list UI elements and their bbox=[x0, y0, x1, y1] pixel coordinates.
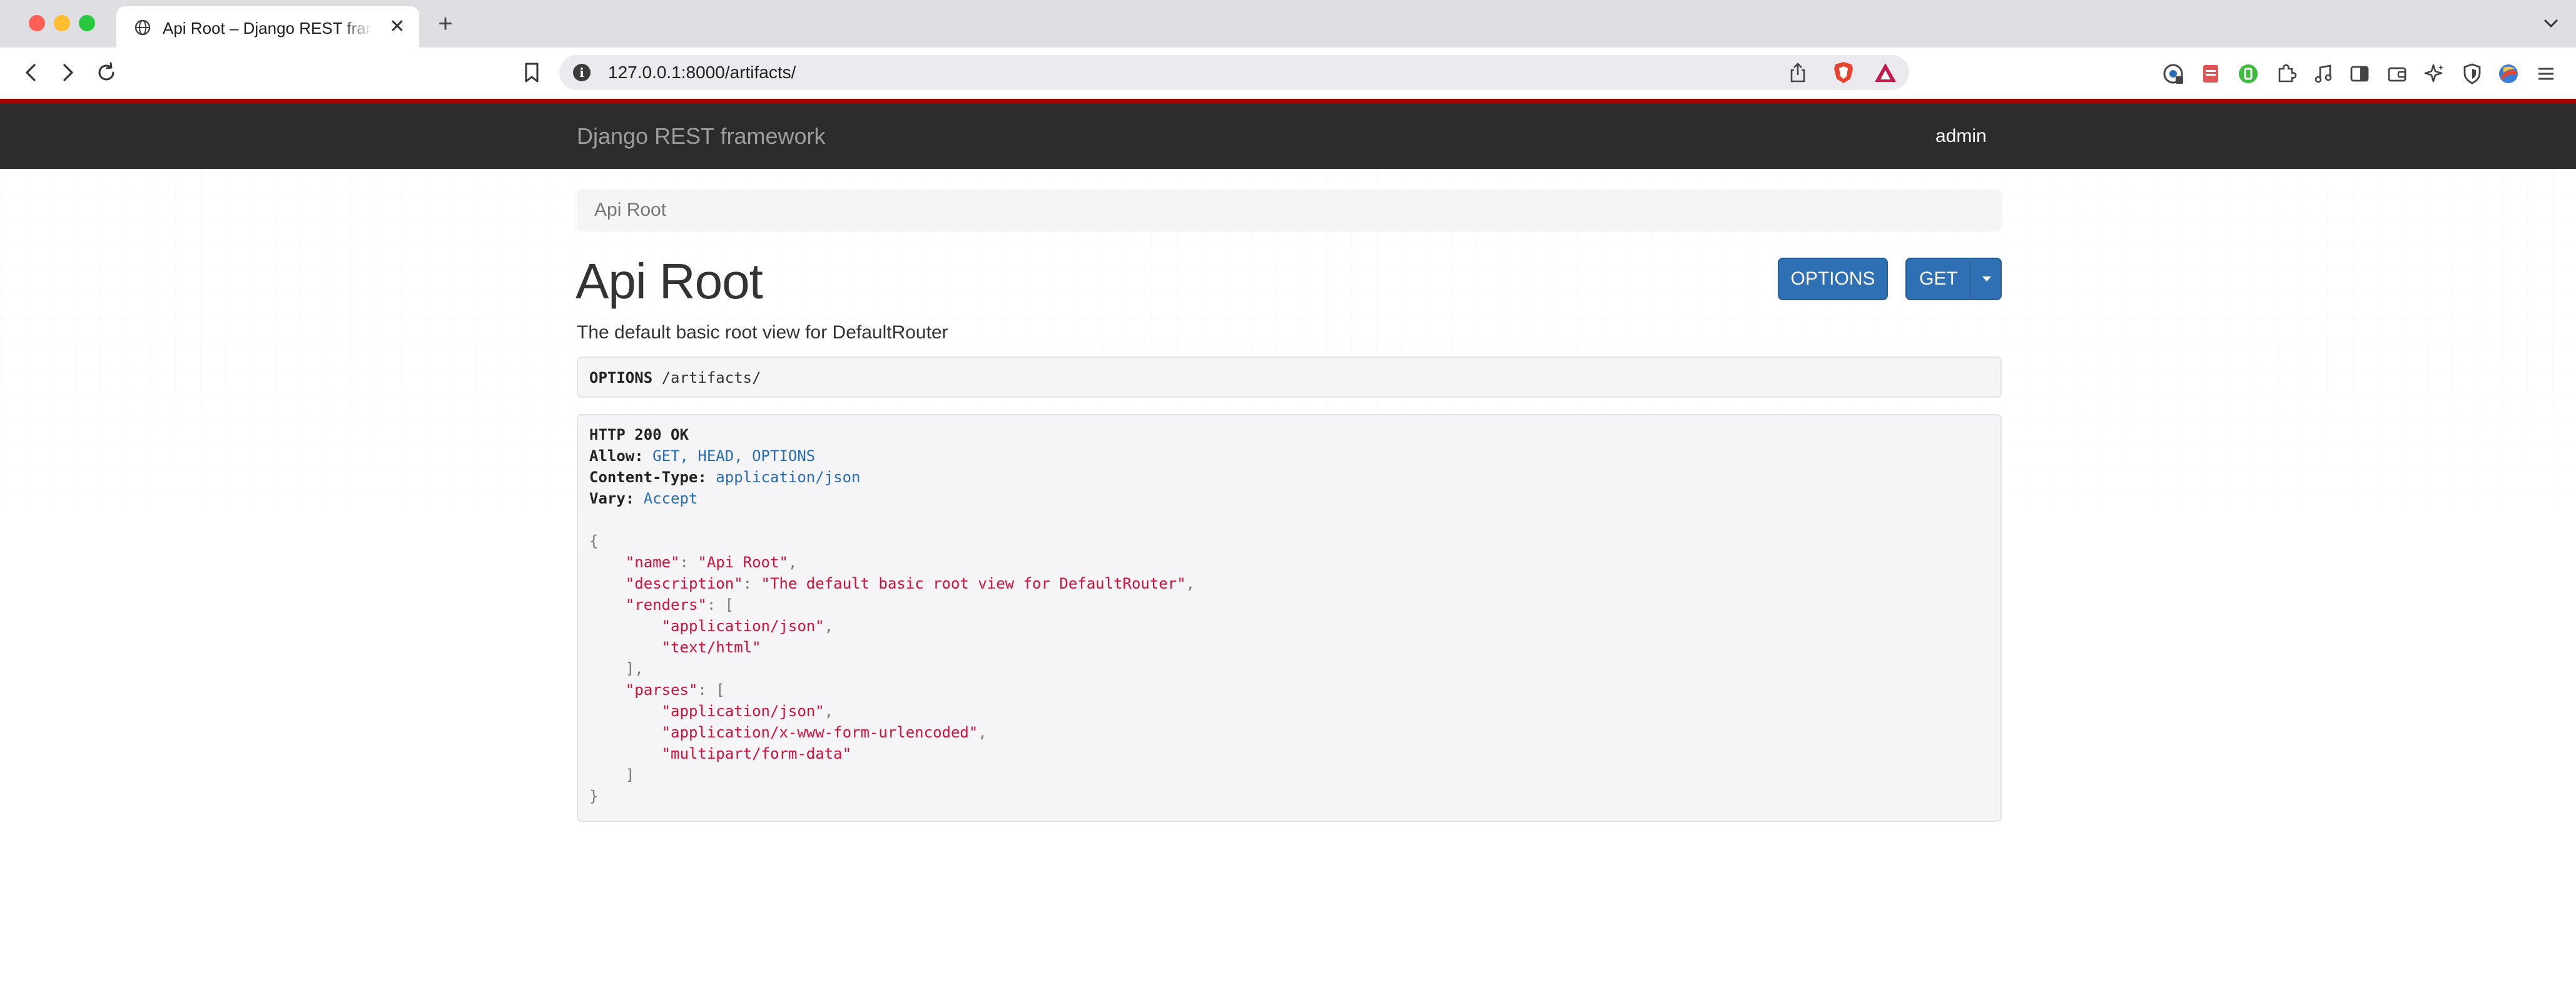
chevron-right-icon bbox=[63, 64, 73, 81]
response-header-vary: Vary: Accept bbox=[589, 488, 697, 509]
browser-toolbar: i 127.0.0.1:8000/artifacts/ bbox=[0, 48, 2576, 99]
profile-avatar-icon[interactable] bbox=[2496, 61, 2521, 86]
reload-button[interactable] bbox=[91, 58, 121, 88]
response-info: HTTP 200 OK Allow: GET, HEAD, OPTIONS Co… bbox=[577, 414, 2002, 822]
json-body: { "name": "Api Root", "description": "Th… bbox=[589, 532, 1195, 805]
minimize-window-button[interactable] bbox=[54, 15, 70, 31]
wallet-icon[interactable] bbox=[2385, 61, 2410, 86]
reload-icon bbox=[98, 62, 114, 81]
green-extension-icon[interactable] bbox=[2236, 61, 2261, 86]
chevron-left-icon bbox=[26, 64, 36, 81]
header-value: application/json bbox=[716, 468, 861, 486]
get-format-dropdown-button[interactable] bbox=[1970, 258, 2002, 300]
menu-icon[interactable] bbox=[2533, 61, 2558, 86]
json-renders-item: text/html bbox=[671, 639, 753, 656]
header-value: Accept bbox=[643, 490, 698, 507]
brave-rewards-icon[interactable] bbox=[1873, 61, 1898, 84]
breadcrumb-item-api-root[interactable]: Api Root bbox=[594, 198, 666, 223]
json-description-value: The default basic root view for DefaultR… bbox=[770, 575, 1177, 592]
brand-link[interactable]: Django REST framework bbox=[577, 123, 825, 150]
globe-icon bbox=[134, 19, 151, 36]
options-button[interactable]: OPTIONS bbox=[1778, 258, 1888, 300]
json-name-value: Api Root bbox=[706, 554, 779, 571]
json-parses-item: multipart/form-data bbox=[671, 745, 843, 762]
user-menu-link[interactable]: admin bbox=[1935, 124, 1987, 149]
tab-strip: Api Root – Django REST framework ✕ + bbox=[0, 0, 2576, 48]
music-icon[interactable] bbox=[2311, 61, 2336, 86]
close-window-button[interactable] bbox=[29, 15, 45, 31]
vpn-shield-icon[interactable] bbox=[2460, 61, 2485, 86]
site-info-icon[interactable]: i bbox=[573, 64, 591, 81]
page-title: Api Root bbox=[576, 253, 763, 309]
new-tab-button[interactable]: + bbox=[433, 11, 458, 36]
status-line: HTTP 200 OK bbox=[589, 426, 689, 443]
caret-down-icon bbox=[1982, 276, 1991, 281]
header-name: Allow: bbox=[589, 447, 644, 465]
back-button[interactable] bbox=[16, 58, 46, 88]
request-path: /artifacts/ bbox=[661, 369, 761, 387]
view-description: The default basic root view for DefaultR… bbox=[577, 322, 948, 343]
bookmark-button[interactable] bbox=[519, 58, 544, 88]
forward-button[interactable] bbox=[53, 58, 83, 88]
leo-ai-icon[interactable] bbox=[2422, 61, 2447, 86]
request-info: OPTIONS /artifacts/ bbox=[577, 357, 2002, 398]
response-header-content-type: Content-Type: application/json bbox=[589, 467, 860, 488]
extension-badge-icon[interactable] bbox=[2161, 61, 2186, 86]
chevron-down-icon[interactable] bbox=[2538, 13, 2563, 35]
close-tab-icon[interactable]: ✕ bbox=[385, 15, 409, 39]
header-name: Content-Type: bbox=[589, 468, 707, 486]
header-name: Vary: bbox=[589, 490, 635, 507]
sidebar-icon[interactable] bbox=[2347, 61, 2372, 86]
json-renders-item: application/json bbox=[671, 617, 816, 635]
get-button[interactable]: GET bbox=[1905, 258, 1972, 300]
share-icon[interactable] bbox=[1787, 61, 1809, 84]
response-status: HTTP 200 OK bbox=[589, 424, 689, 445]
breadcrumb: Api Root bbox=[577, 189, 2002, 231]
maximize-window-button[interactable] bbox=[79, 15, 95, 31]
request-method: OPTIONS bbox=[589, 369, 653, 387]
pdf-extension-icon[interactable] bbox=[2198, 61, 2223, 86]
json-parses-item: application/json bbox=[671, 702, 816, 720]
json-parses-item: application/x-www-form-urlencoded bbox=[671, 724, 969, 741]
navbar: Django REST framework admin bbox=[0, 104, 2576, 169]
url-text[interactable]: 127.0.0.1:8000/artifacts/ bbox=[608, 63, 796, 83]
bookmark-icon bbox=[525, 63, 539, 83]
tab-title: Api Root – Django REST framework bbox=[163, 19, 373, 38]
brave-shields-icon[interactable] bbox=[1832, 60, 1855, 85]
header-value: GET, HEAD, OPTIONS bbox=[652, 447, 816, 465]
request-line: OPTIONS /artifacts/ bbox=[589, 367, 761, 389]
active-tab[interactable]: Api Root – Django REST framework ✕ bbox=[116, 6, 419, 48]
response-header-allow: Allow: GET, HEAD, OPTIONS bbox=[589, 445, 815, 467]
address-bar[interactable]: i 127.0.0.1:8000/artifacts/ bbox=[559, 55, 1909, 90]
navbar-accent-line bbox=[0, 99, 2576, 104]
puzzle-icon[interactable] bbox=[2273, 61, 2298, 86]
page-viewport: Django REST framework admin Api Root Api… bbox=[0, 99, 2576, 997]
